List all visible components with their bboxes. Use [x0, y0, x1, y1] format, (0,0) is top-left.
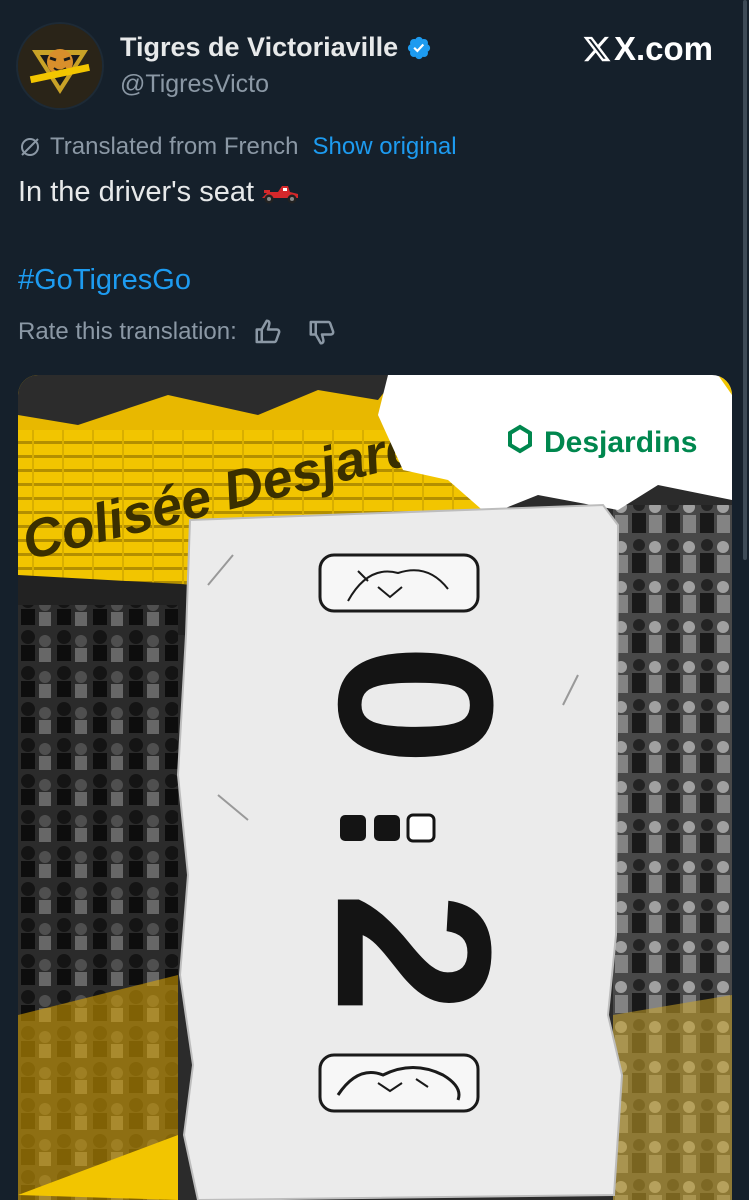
opponent-team-logo — [318, 553, 480, 613]
translate-globe-icon — [21, 138, 39, 156]
sponsor-text: Desjardins — [544, 426, 697, 459]
series-indicator — [340, 813, 436, 843]
tweet-media-image[interactable]: Colisée Desjardins Desjardins 0 2 — [18, 375, 732, 1200]
show-original-link[interactable]: Show original — [313, 133, 457, 161]
tweet-text: In the driver's seat — [18, 176, 302, 209]
x-brand-text: X.com — [613, 30, 713, 67]
rate-translation-label: Rate this translation: — [18, 318, 237, 345]
translation-notice: Translated from French Show original — [18, 133, 457, 161]
thumbs-down-icon[interactable] — [307, 317, 337, 347]
tweet-body: In the driver's seat — [18, 176, 255, 208]
user-handle[interactable]: @TigresVicto — [120, 70, 269, 99]
hashtag-link[interactable]: #GoTigresGo — [18, 264, 191, 297]
profile-avatar[interactable] — [18, 24, 102, 108]
page-scrollbar[interactable] — [743, 0, 747, 560]
scoreboard-graphic: Colisée Desjardins Desjardins 0 2 — [18, 375, 732, 1200]
translation-notice-text: Translated from French — [50, 133, 299, 160]
x-logo-icon — [583, 36, 611, 62]
score-bottom: 2 — [291, 892, 537, 1014]
score-top: 0 — [293, 644, 539, 766]
display-name[interactable]: Tigres de Victoriaville — [120, 32, 398, 63]
x-brand: X.com — [582, 30, 713, 68]
rate-translation: Rate this translation: — [18, 317, 337, 347]
thumbs-up-icon[interactable] — [253, 317, 283, 347]
tigres-logo-icon — [18, 24, 102, 108]
racing-car-emoji-icon — [262, 185, 299, 203]
tigres-team-logo — [318, 1053, 480, 1113]
verified-badge-icon — [408, 36, 431, 59]
